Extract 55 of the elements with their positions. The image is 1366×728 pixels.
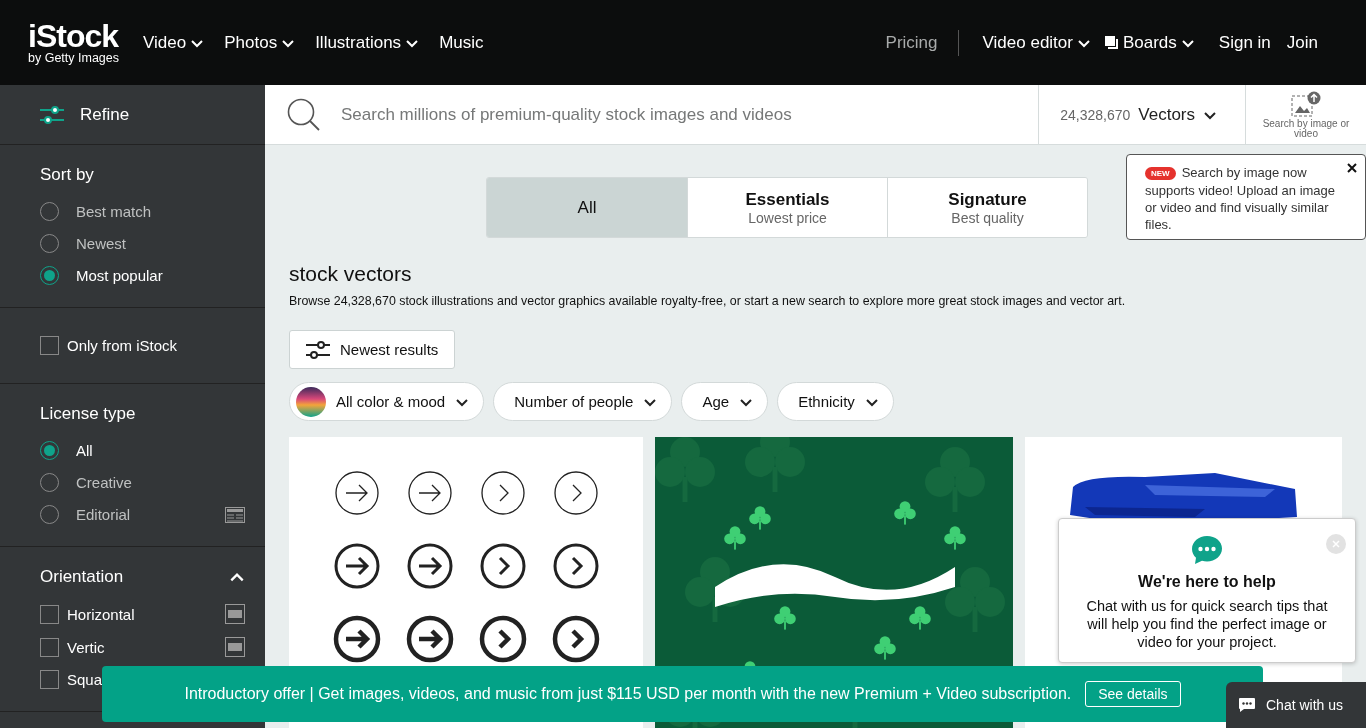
nav-link[interactable]: Pricing [885, 32, 938, 53]
chat-bubble-icon [1191, 535, 1223, 565]
nav-link[interactable]: Music [439, 32, 484, 53]
checkbox[interactable] [40, 604, 59, 624]
nav-link[interactable]: Boards [1104, 32, 1195, 53]
chat-popup-text: Chat with us for quick search tips that will help you find the perfect image or video for your project. [1085, 597, 1329, 651]
filter-heading: Sort by [40, 165, 94, 185]
landscape-frame-icon [225, 637, 245, 657]
license-tab[interactable]: Essentials Lowest price [687, 178, 887, 237]
chat-popup-title: We're here to help [1138, 573, 1276, 591]
checkbox[interactable] [40, 670, 59, 689]
nav-link[interactable]: Sign in [1218, 32, 1271, 53]
option-label[interactable]: All [76, 442, 93, 459]
option-label[interactable]: Editorial [76, 506, 131, 523]
promo-text: Introductory offer | Get images, videos, and music from just $115 USD per month with the new Premium + Video subscription. [184, 685, 1072, 703]
filter-heading: License type [40, 404, 136, 424]
nav-link[interactable]: Video [143, 32, 205, 53]
filter-dropdown[interactable]: Age [681, 382, 769, 421]
option-label[interactable]: Most popular [76, 267, 163, 284]
chat-button[interactable]: Chat with us [1226, 682, 1366, 728]
sort-button[interactable]: Newest results [289, 330, 456, 369]
page-description: Browse 24,328,670 stock illustrations and vector graphics available royalty-free, or start a new search to explore more great stock images and vector art. [289, 294, 1127, 308]
option-label[interactable]: Vertic [67, 638, 105, 656]
page-heading: stock vectors [289, 262, 413, 286]
option-label[interactable]: Creative [76, 474, 132, 491]
refine-label[interactable]: Refine [80, 104, 130, 125]
search-icon[interactable] [287, 97, 321, 132]
license-tab[interactable]: Signature Best quality [887, 178, 1087, 237]
filter-dropdown[interactable]: Ethnicity [777, 382, 894, 421]
tooltip-text: NEW Search by image now supports video! Upload an image or video and find visually similar files. [1145, 164, 1337, 234]
image-upload-icon [1291, 90, 1321, 117]
filter-dropdown[interactable]: Number of people [493, 382, 673, 421]
checkbox[interactable] [40, 336, 59, 355]
landscape-frame-icon [225, 604, 245, 624]
chat-bubble-icon [1238, 697, 1256, 713]
close-icon[interactable] [1347, 163, 1357, 173]
option-label[interactable]: Horizontal [67, 605, 135, 623]
option-label[interactable]: Newest [76, 235, 127, 252]
license-tab[interactable]: All [487, 178, 687, 237]
option-label[interactable]: Squa [67, 671, 103, 688]
color-swatch-icon [296, 386, 326, 417]
nav-link[interactable]: Illustrations [315, 32, 420, 53]
newspaper-icon [225, 506, 245, 523]
option-label[interactable]: Only from iStock [67, 337, 178, 354]
boards-icon [1104, 35, 1119, 50]
checkbox[interactable] [40, 637, 59, 657]
sliders-icon [306, 340, 330, 359]
refine-icon [40, 105, 64, 124]
nav-link[interactable]: Join [1286, 32, 1318, 53]
filter-heading: Orientation [40, 567, 124, 587]
option-label[interactable]: Best match [76, 203, 152, 220]
filter-dropdown[interactable]: All color & mood [289, 382, 485, 421]
nav-link[interactable]: Video editor [982, 32, 1091, 53]
nav-link[interactable]: Photos [224, 32, 296, 53]
logo[interactable]: iStock by Getty Images [28, 20, 119, 65]
